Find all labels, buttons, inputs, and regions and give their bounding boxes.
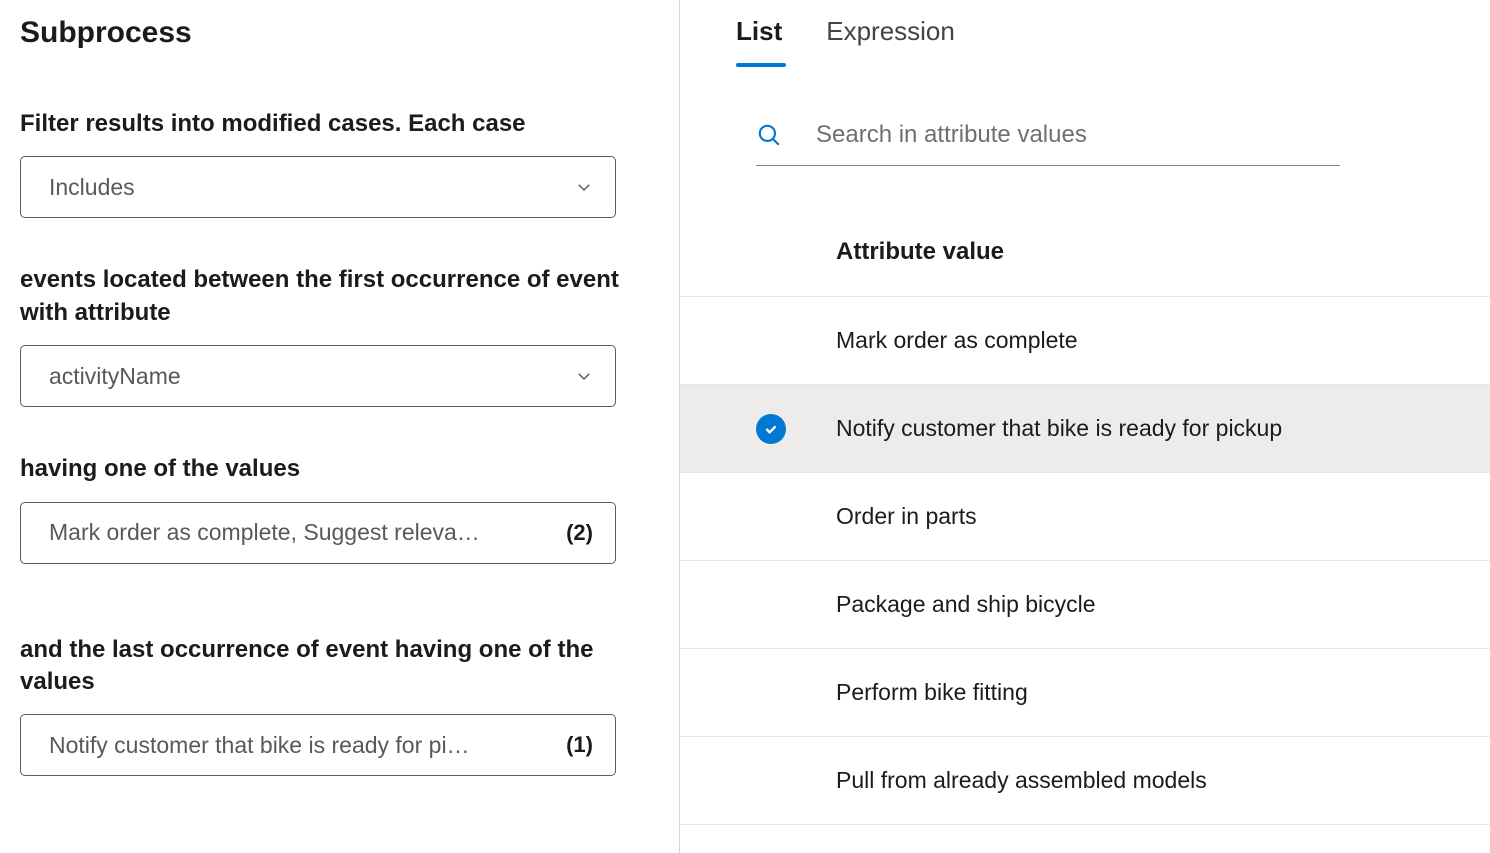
left-panel: Subprocess Filter results into modified … [0, 0, 680, 853]
search-row [756, 121, 1340, 166]
right-panel: List Expression Attribute value Mark ord… [680, 0, 1490, 853]
item-label: Package and ship bicycle [836, 591, 1096, 618]
filter-label: Filter results into modified cases. Each… [20, 108, 657, 140]
attribute-list: Mark order as complete Notify customer th… [680, 297, 1490, 825]
page-title: Subprocess [20, 16, 657, 50]
list-header: Attribute value [680, 166, 1490, 297]
tab-list[interactable]: List [736, 16, 782, 65]
search-input[interactable] [816, 121, 1340, 149]
check-icon [756, 414, 786, 444]
tabs: List Expression [680, 16, 1490, 65]
item-label: Notify customer that bike is ready for p… [836, 415, 1282, 442]
chevron-down-icon [575, 178, 593, 196]
item-label: Mark order as complete [836, 327, 1078, 354]
list-item[interactable]: Pull from already assembled models [680, 737, 1490, 825]
attribute-value: activityName [49, 363, 181, 390]
last-occurrence-count: (1) [566, 732, 593, 758]
tab-expression[interactable]: Expression [826, 16, 955, 65]
having-values-display: Mark order as complete, Suggest releva… [49, 519, 480, 546]
list-item[interactable]: Perform bike fitting [680, 649, 1490, 737]
last-occurrence-display: Notify customer that bike is ready for p… [49, 732, 470, 759]
having-values-label: having one of the values [20, 453, 657, 485]
chevron-down-icon [575, 367, 593, 385]
filter-select[interactable]: Includes [20, 156, 616, 218]
list-item[interactable]: Mark order as complete [680, 297, 1490, 385]
filter-value: Includes [49, 174, 135, 201]
item-label: Perform bike fitting [836, 679, 1028, 706]
item-label: Pull from already assembled models [836, 767, 1207, 794]
list-item[interactable]: Notify customer that bike is ready for p… [680, 385, 1490, 473]
search-icon [756, 122, 782, 148]
having-values-select[interactable]: Mark order as complete, Suggest releva… … [20, 502, 616, 564]
attribute-select[interactable]: activityName [20, 345, 616, 407]
list-item[interactable]: Package and ship bicycle [680, 561, 1490, 649]
having-values-count: (2) [566, 520, 593, 546]
last-occurrence-select[interactable]: Notify customer that bike is ready for p… [20, 714, 616, 776]
last-occurrence-label: and the last occurrence of event having … [20, 634, 657, 699]
item-label: Order in parts [836, 503, 977, 530]
list-item[interactable]: Order in parts [680, 473, 1490, 561]
check-slot [756, 414, 836, 444]
between-attr-label: events located between the first occurre… [20, 264, 657, 329]
